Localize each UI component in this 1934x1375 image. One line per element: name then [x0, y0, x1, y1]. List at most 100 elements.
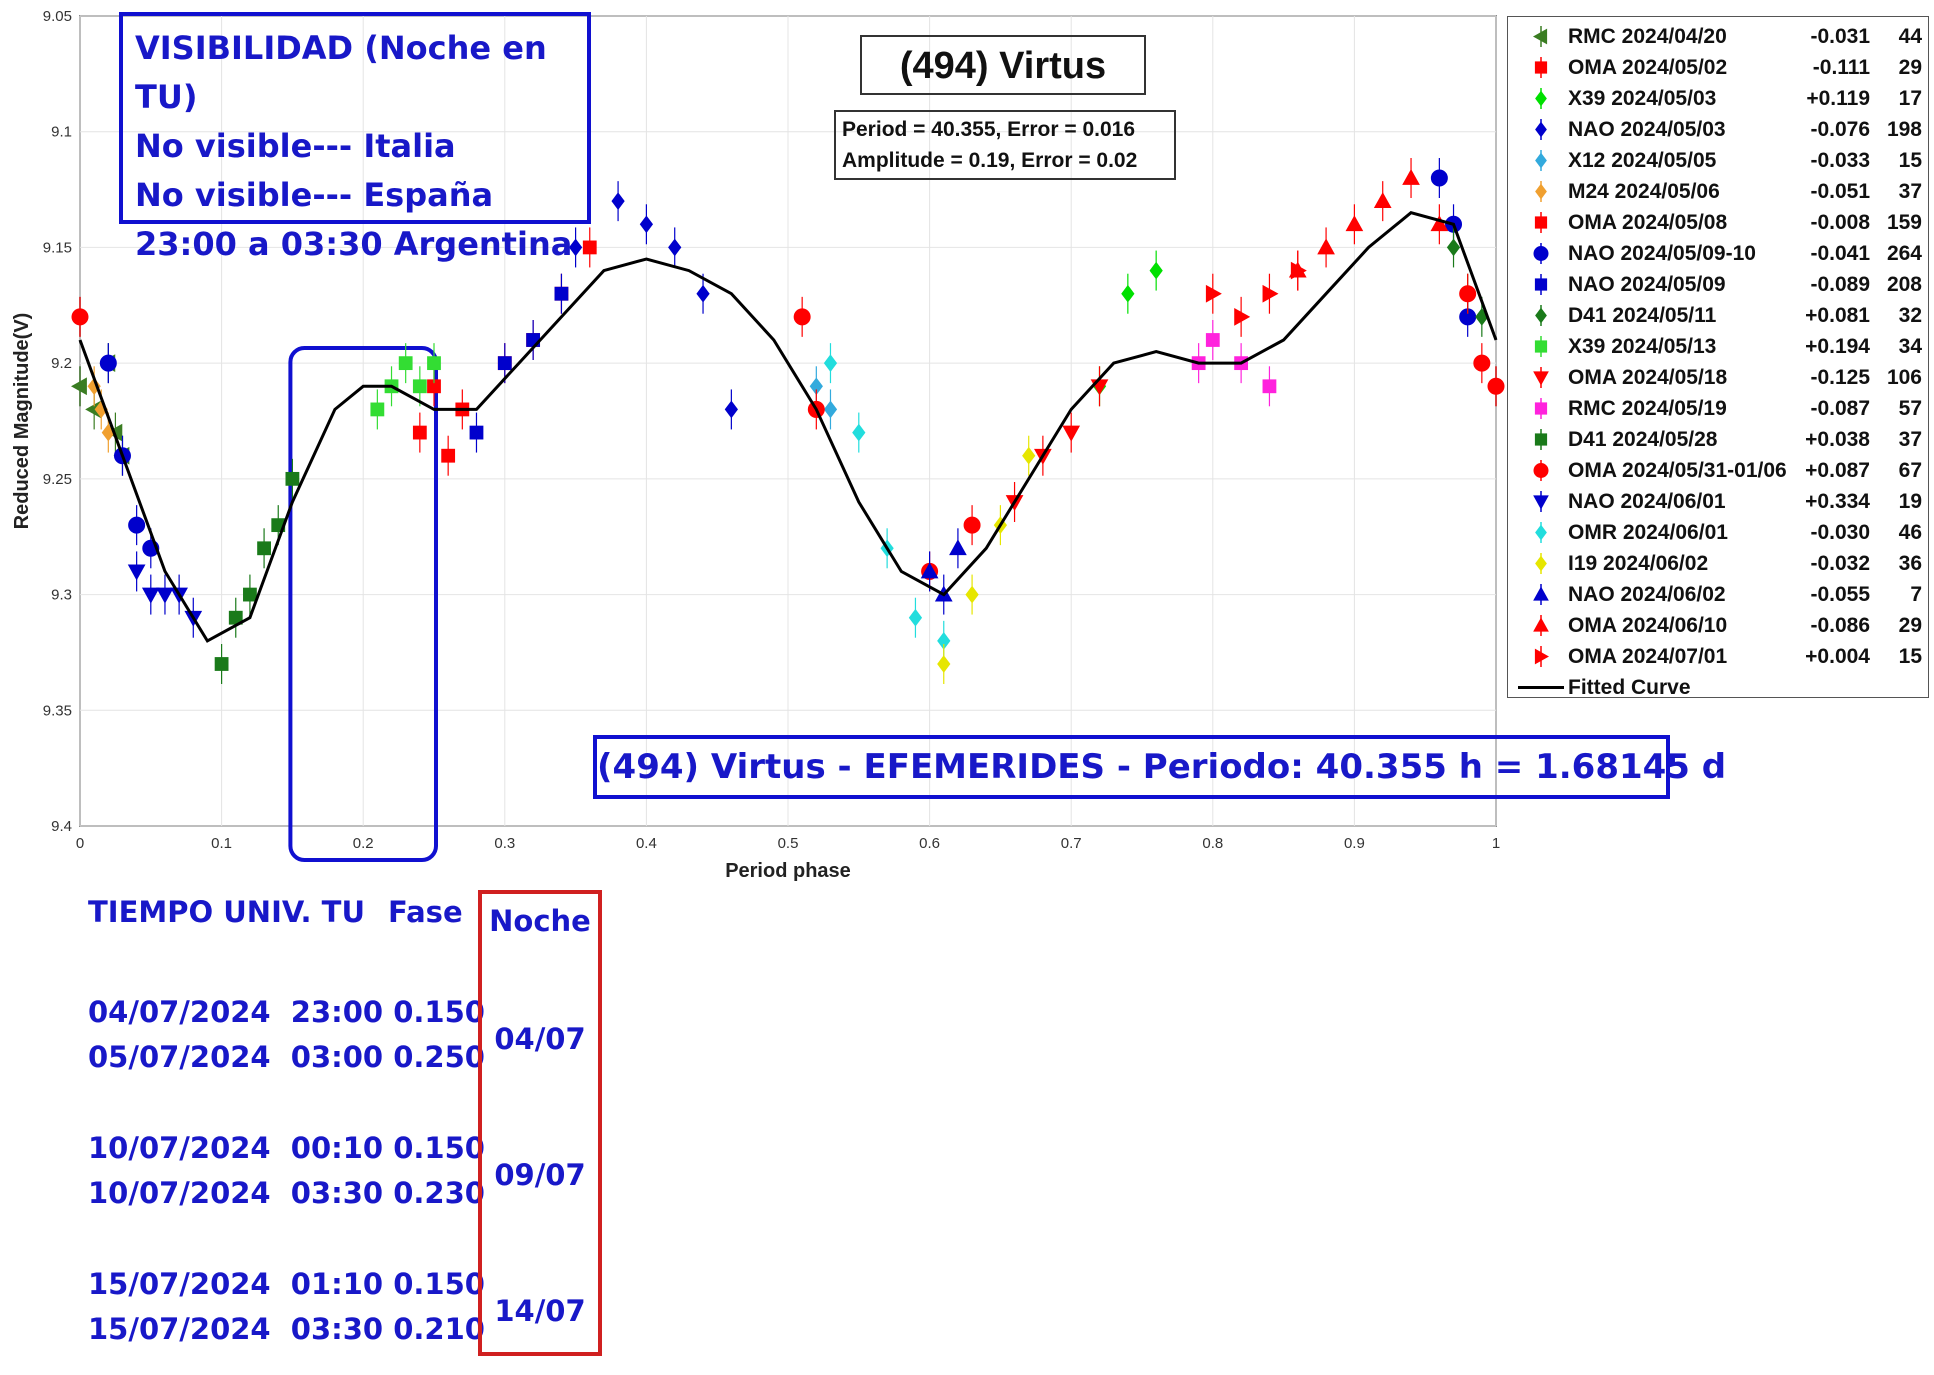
legend-entry: OMA 2024/05/18 -0.125 106 — [1514, 362, 1922, 393]
legend-label: D41 2024/05/11 — [1568, 303, 1717, 327]
legend-entry: I19 2024/06/02 -0.032 36 — [1514, 548, 1922, 579]
legend-offset: -0.111 — [1812, 55, 1870, 79]
data-point — [1459, 285, 1477, 303]
night-column: Noche 04/07 09/07 14/07 — [478, 890, 602, 1356]
legend-offset: -0.089 — [1810, 272, 1870, 296]
legend-entry: M24 2024/05/06 -0.051 37 — [1514, 176, 1922, 207]
legend-count: 44 — [1898, 24, 1922, 48]
night-label: 04/07 — [494, 1022, 586, 1056]
legend-marker — [1533, 617, 1549, 632]
legend-symbol — [1535, 181, 1547, 202]
legend-count: 19 — [1898, 489, 1922, 513]
legend-symbol — [1534, 398, 1548, 419]
legend-marker — [1534, 340, 1548, 353]
legend-label: OMA 2024/05/18 — [1568, 365, 1728, 389]
legend-offset: -0.041 — [1810, 241, 1870, 265]
legend-marker — [1535, 555, 1547, 572]
y-tick-label: 9.25 — [43, 471, 72, 488]
data-point — [427, 356, 441, 371]
legend-label: OMA 2024/05/31-01/06 — [1568, 458, 1787, 482]
data-point — [1430, 169, 1448, 187]
legend-count: 15 — [1898, 644, 1922, 668]
data-point — [99, 354, 117, 372]
data-point — [793, 308, 811, 326]
legend-offset: -0.055 — [1810, 582, 1870, 606]
data-point — [497, 356, 512, 371]
x-tick-label: 0.8 — [1202, 835, 1223, 852]
header-phase: Fase — [388, 895, 463, 929]
y-tick-label: 9.15 — [43, 239, 72, 256]
data-point — [128, 516, 146, 534]
legend-marker — [1535, 90, 1547, 107]
chart-title: (494) Virtus — [860, 35, 1146, 95]
ephemeris-row: 15/07/2024 01:10 0.150 — [88, 1267, 485, 1301]
legend-symbol — [1535, 305, 1547, 326]
legend-label: OMA 2024/05/08 — [1568, 210, 1728, 234]
legend-label: NAO 2024/05/03 — [1568, 117, 1726, 141]
x-tick-label: 0.3 — [494, 835, 515, 852]
y-tick-label: 9.3 — [51, 587, 72, 604]
legend-symbol — [1535, 150, 1547, 171]
data-point — [70, 377, 87, 396]
legend-marker — [1533, 371, 1549, 386]
legend-marker — [1533, 463, 1549, 478]
legend-marker — [1533, 586, 1549, 601]
x-tick-label: 0.4 — [636, 835, 657, 852]
legend-offset: -0.125 — [1810, 365, 1870, 389]
x-tick-label: 0.6 — [919, 835, 940, 852]
legend-entry: RMC 2024/05/19 -0.087 57 — [1514, 393, 1922, 424]
legend-count: 67 — [1898, 458, 1922, 482]
x-tick-label: 1 — [1492, 835, 1500, 852]
data-point — [71, 308, 89, 326]
visibility-box: VISIBILIDAD (Noche en TU) No visible--- … — [119, 12, 591, 263]
legend-symbol — [1535, 119, 1547, 140]
legend-symbol — [1533, 460, 1549, 481]
data-point — [469, 425, 484, 440]
visibility-italia: No visible--- Italia — [135, 127, 456, 165]
legend-entry: X12 2024/05/05 -0.033 15 — [1514, 145, 1922, 176]
legend-symbol — [1533, 367, 1549, 388]
night-label: 14/07 — [494, 1294, 586, 1328]
legend-label: I19 2024/06/02 — [1568, 551, 1709, 575]
legend-count: 46 — [1898, 520, 1922, 544]
legend-entry: OMR 2024/06/01 -0.030 46 — [1514, 517, 1922, 548]
legend-symbol — [1533, 243, 1549, 264]
legend-entry: X39 2024/05/03 +0.119 17 — [1514, 83, 1922, 114]
legend-marker — [1534, 61, 1548, 74]
legend-marker — [1535, 152, 1547, 169]
legend-entry: OMA 2024/05/31-01/06 +0.087 67 — [1514, 455, 1922, 486]
legend-label: NAO 2024/05/09 — [1568, 272, 1726, 296]
legend-entry: D41 2024/05/28 +0.038 37 — [1514, 424, 1922, 455]
legend-label: OMA 2024/07/01 — [1568, 644, 1728, 668]
legend-label: NAO 2024/06/02 — [1568, 582, 1726, 606]
legend-marker — [1534, 433, 1548, 446]
legend-marker — [1534, 402, 1548, 415]
legend-offset: +0.119 — [1806, 86, 1870, 110]
legend-label: OMA 2024/05/02 — [1568, 55, 1728, 79]
data-point — [1473, 354, 1491, 372]
header-time: TIEMPO UNIV. TU — [88, 895, 366, 929]
legend-symbol — [1534, 57, 1548, 78]
data-point — [243, 587, 257, 602]
data-point — [1262, 379, 1277, 394]
legend-offset: -0.008 — [1810, 210, 1870, 234]
legend-symbol — [1534, 646, 1550, 667]
legend-offset: +0.004 — [1805, 644, 1870, 668]
legend-entry: NAO 2024/06/02 -0.055 7 — [1514, 579, 1922, 610]
legend-symbol — [1533, 491, 1549, 512]
legend-offset: +0.081 — [1805, 303, 1870, 327]
visibility-espana: No visible--- España — [135, 176, 494, 214]
legend-count: 34 — [1898, 334, 1922, 358]
legend-count: 198 — [1886, 117, 1922, 141]
legend-label: X39 2024/05/03 — [1568, 86, 1717, 110]
header-night: Noche — [489, 904, 591, 938]
legend-entry: OMA 2024/05/02 -0.111 29 — [1514, 52, 1922, 83]
legend-count: 106 — [1886, 365, 1922, 389]
legend-entry: NAO 2024/05/09 -0.089 208 — [1514, 269, 1922, 300]
legend-offset: -0.031 — [1810, 24, 1870, 48]
legend-label: RMC 2024/04/20 — [1568, 24, 1727, 48]
legend-offset: -0.076 — [1810, 117, 1870, 141]
data-point — [412, 379, 427, 394]
legend-offset: +0.038 — [1805, 427, 1870, 451]
legend-entry: NAO 2024/05/03 -0.076 198 — [1514, 114, 1922, 145]
